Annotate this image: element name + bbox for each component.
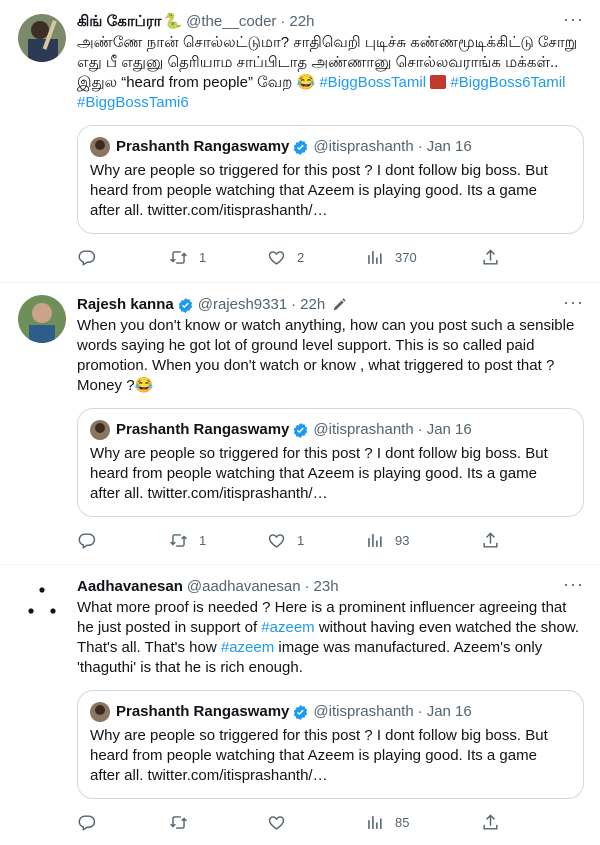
edited-pencil-icon [333, 298, 346, 311]
tweet-text: When you don't know or watch anything, h… [77, 317, 579, 394]
views-button[interactable]: 93 [365, 531, 481, 550]
action-bar: 1 2 370 [77, 234, 584, 280]
timestamp[interactable]: 22h [300, 295, 325, 315]
timestamp[interactable]: 22h [289, 12, 314, 32]
bigg-boss-emoji-icon [430, 75, 447, 89]
heart-icon [268, 533, 285, 548]
quoted-tweet[interactable]: Prashanth Rangaswamy @itisprashanth · Ja… [77, 125, 584, 234]
user-handle[interactable]: @rajesh9331 [198, 295, 287, 315]
snake-emoji: 🐍 [163, 13, 183, 30]
reply-button[interactable] [77, 813, 169, 832]
retweet-icon [170, 250, 187, 264]
avatar[interactable] [18, 14, 66, 62]
hashtag-link[interactable]: #azeem [261, 619, 314, 636]
reply-icon [78, 814, 96, 831]
hashtag-link[interactable]: #BiggBossTami6 [77, 94, 189, 111]
share-icon [483, 248, 498, 265]
user-handle[interactable]: @the__coder [186, 12, 276, 32]
verified-badge-icon [294, 139, 308, 155]
verified-badge-icon [178, 297, 192, 313]
retweet-count: 1 [199, 532, 207, 548]
tweet-text: அண்ணே நான் சொல்லட்டுமா? சாதிவெறி புடிச்ச… [77, 33, 584, 113]
reply-button[interactable] [77, 531, 169, 550]
display-name[interactable]: கிங் கோப்ரா [77, 12, 161, 32]
share-button[interactable] [481, 813, 500, 832]
verified-badge-icon [294, 704, 308, 720]
quote-timestamp: Jan 16 [426, 421, 472, 438]
like-button[interactable] [267, 813, 365, 832]
heart-icon [268, 815, 285, 830]
like-button[interactable]: 1 [267, 531, 365, 550]
views-count: 370 [395, 249, 417, 265]
share-icon [483, 813, 498, 830]
hashtag-link[interactable]: #azeem [221, 639, 274, 656]
tweet[interactable]: ··· Aadhavanesan @aadhavanesan · 23h Wha… [0, 565, 600, 845]
more-options-icon[interactable]: ··· [563, 10, 584, 28]
views-icon [368, 815, 382, 829]
display-name[interactable]: Rajesh kanna [77, 295, 174, 315]
separator: · [304, 578, 310, 595]
quote-text: Why are people so triggered for this pos… [90, 162, 548, 219]
hashtag-link[interactable]: #BiggBossTamil [319, 74, 426, 91]
tweet[interactable]: ··· Rajesh kanna @rajesh9331 · 22h When … [0, 283, 600, 565]
separator: · [291, 296, 297, 313]
quote-text: Why are people so triggered for this pos… [90, 727, 548, 784]
share-button[interactable] [481, 248, 500, 267]
retweet-icon [170, 815, 187, 829]
quote-avatar [90, 702, 110, 722]
tweet-text: What more proof is needed ? Here is a pr… [77, 598, 584, 678]
retweet-button[interactable]: 1 [169, 531, 267, 550]
retweet-button[interactable] [169, 813, 267, 832]
views-button[interactable]: 370 [365, 248, 481, 267]
share-button[interactable] [481, 531, 500, 550]
quote-avatar [90, 137, 110, 157]
share-icon [483, 531, 498, 548]
separator: · [417, 138, 423, 155]
quote-avatar [90, 420, 110, 440]
reply-button[interactable] [77, 248, 169, 267]
views-button[interactable]: 85 [365, 813, 481, 832]
quoted-tweet[interactable]: Prashanth Rangaswamy @itisprashanth · Ja… [77, 408, 584, 517]
views-count: 93 [395, 532, 410, 548]
quote-text: Why are people so triggered for this pos… [90, 445, 548, 502]
like-button[interactable]: 2 [267, 248, 365, 267]
like-count: 2 [297, 249, 305, 265]
quote-handle: @itisprashanth [313, 421, 414, 438]
display-name[interactable]: Aadhavanesan [77, 577, 183, 597]
reply-icon [78, 532, 96, 549]
quote-display-name: Prashanth Rangaswamy [116, 421, 290, 438]
separator: · [417, 421, 423, 438]
views-icon [368, 250, 382, 264]
action-bar: 85 [77, 799, 584, 845]
verified-badge-icon [294, 422, 308, 438]
quote-handle: @itisprashanth [313, 138, 414, 155]
action-bar: 1 1 93 [77, 517, 584, 563]
reply-icon [78, 249, 96, 266]
quote-display-name: Prashanth Rangaswamy [116, 138, 290, 155]
user-handle[interactable]: @aadhavanesan [187, 577, 301, 597]
retweet-icon [170, 533, 187, 547]
quoted-tweet[interactable]: Prashanth Rangaswamy @itisprashanth · Ja… [77, 690, 584, 799]
heart-icon [268, 250, 285, 265]
more-options-icon[interactable]: ··· [563, 293, 584, 311]
quote-timestamp: Jan 16 [426, 138, 472, 155]
more-options-icon[interactable]: ··· [563, 575, 584, 593]
like-count: 1 [297, 532, 305, 548]
retweet-button[interactable]: 1 [169, 248, 267, 267]
separator: · [417, 703, 423, 720]
quote-display-name: Prashanth Rangaswamy [116, 703, 290, 720]
quote-handle: @itisprashanth [313, 703, 414, 720]
retweet-count: 1 [199, 249, 207, 265]
quote-timestamp: Jan 16 [426, 703, 472, 720]
avatar[interactable] [18, 295, 66, 343]
views-count: 85 [395, 814, 410, 830]
views-icon [368, 533, 382, 547]
timestamp[interactable]: 23h [314, 577, 339, 597]
separator: · [280, 13, 286, 30]
hashtag-link[interactable]: #BiggBoss6Tamil [450, 74, 565, 91]
avatar[interactable] [18, 577, 66, 625]
tweet[interactable]: ··· கிங் கோப்ரா 🐍 @the__coder · 22h அண்ண… [0, 0, 600, 283]
